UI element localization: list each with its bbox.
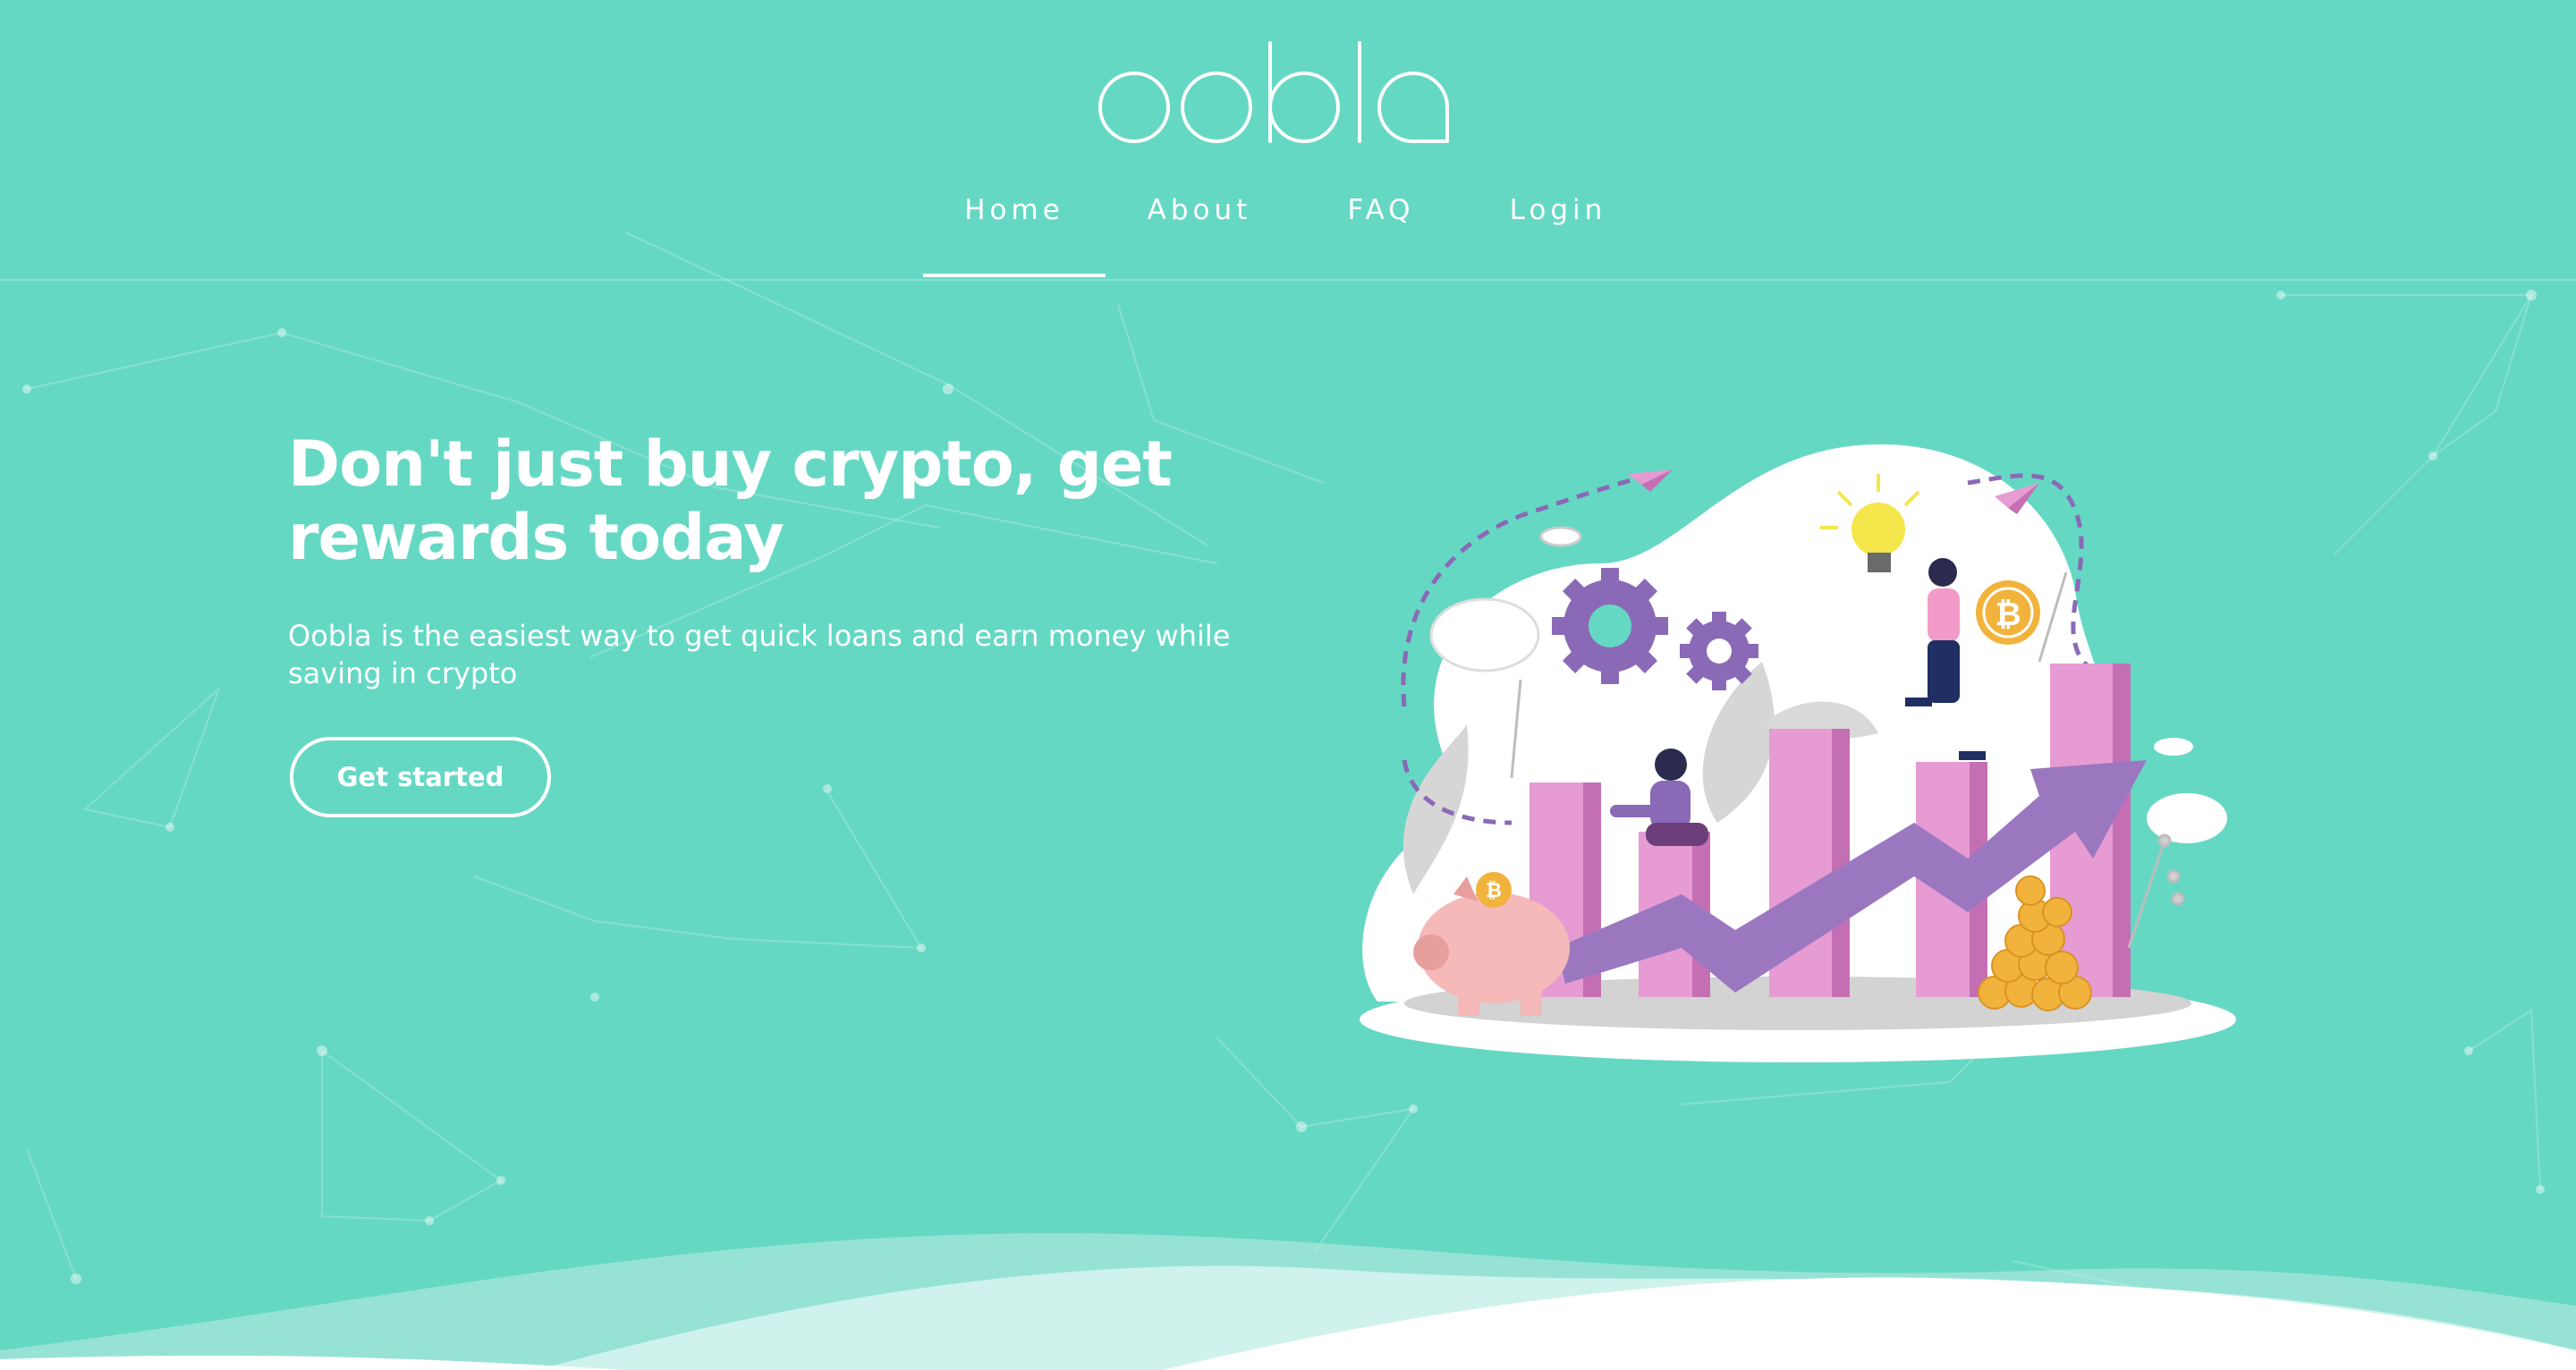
svg-text:₿: ₿ bbox=[1995, 596, 2021, 633]
hero-subtitle: Oobla is the easiest way to get quick lo… bbox=[288, 619, 1231, 690]
hero-title: Don't just buy crypto, get rewards today bbox=[288, 427, 1173, 574]
site-header: Home About FAQ Login bbox=[0, 0, 2576, 281]
oobla-logo[interactable] bbox=[1091, 36, 1485, 152]
nav-item-about[interactable]: About bbox=[1106, 179, 1293, 277]
gear-icon bbox=[1552, 568, 1668, 684]
nav-about-label: About bbox=[1147, 194, 1252, 226]
nav-home-label: Home bbox=[964, 194, 1064, 226]
nav-item-home[interactable]: Home bbox=[923, 179, 1106, 277]
nav-item-login[interactable]: Login bbox=[1469, 179, 1648, 277]
bitcoin-coin-icon: ₿ bbox=[1976, 580, 2040, 645]
nav-faq-label: FAQ bbox=[1347, 194, 1415, 226]
bottom-waves bbox=[0, 1233, 2576, 1370]
nav-login-label: Login bbox=[1509, 194, 1607, 226]
svg-text:₿: ₿ bbox=[1486, 880, 1502, 902]
nav-item-faq[interactable]: FAQ bbox=[1293, 179, 1469, 277]
gear-icon bbox=[1680, 612, 1758, 690]
active-tab-indicator bbox=[923, 274, 1106, 277]
crypto-growth-illustration: ₿ ₿ bbox=[1360, 444, 2236, 1062]
get-started-button[interactable]: Get started bbox=[290, 737, 551, 817]
main-nav: Home About FAQ Login bbox=[923, 179, 1648, 277]
paper-plane-icon bbox=[1628, 469, 1673, 492]
bitcoin-coin-icon: ₿ bbox=[1476, 872, 1512, 908]
